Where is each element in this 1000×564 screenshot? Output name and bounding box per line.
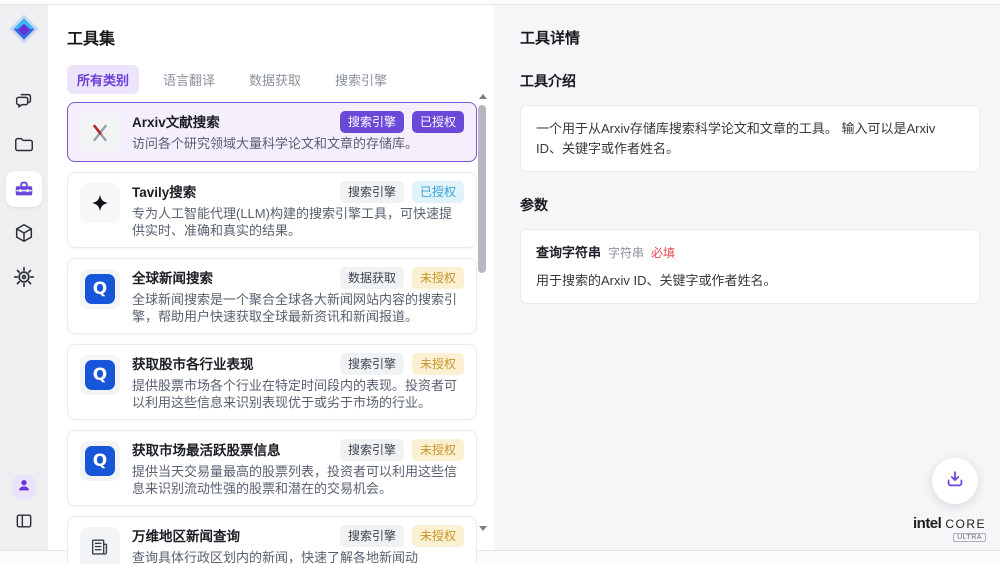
ultra-badge: Ultra bbox=[953, 533, 986, 542]
tool-card-tavily[interactable]: Tavily搜索 搜索引擎 已授权 专为人工智能代理(LLM)构建的搜索引擎工具… bbox=[67, 172, 477, 248]
category-tabs: 所有类别 语言翻译 数据获取 搜索引擎 bbox=[67, 65, 494, 94]
tool-description: 访问各个研究领域大量科学论文和文章的存储库。 bbox=[132, 136, 464, 153]
app-logo-icon bbox=[8, 13, 40, 45]
tool-card-sector-performance[interactable]: Q 获取股市各行业表现 搜索引擎 未授权 提供股票市场各个行业在特定时间段内的表… bbox=[67, 344, 477, 420]
tab-data-fetch[interactable]: 数据获取 bbox=[239, 65, 311, 94]
status-badge: 已授权 bbox=[412, 181, 464, 203]
download-icon bbox=[944, 468, 966, 495]
tool-card-regional-news[interactable]: 万维地区新闻查询 搜索引擎 未授权 查询具体行政区划内的新闻，快速了解各地新闻动 bbox=[67, 516, 477, 564]
gear-icon bbox=[13, 266, 35, 288]
params-heading: 参数 bbox=[520, 195, 980, 215]
tab-all-categories[interactable]: 所有类别 bbox=[67, 65, 139, 94]
param-name: 查询字符串 bbox=[536, 243, 601, 263]
sparkle-icon bbox=[80, 183, 120, 223]
category-badge: 搜索引擎 bbox=[340, 525, 404, 547]
status-badge: 未授权 bbox=[412, 525, 464, 547]
tab-language-translation[interactable]: 语言翻译 bbox=[153, 65, 225, 94]
detail-title: 工具详情 bbox=[520, 27, 980, 48]
person-icon bbox=[16, 477, 32, 498]
global-news-icon: Q bbox=[80, 441, 120, 481]
cube-icon bbox=[13, 222, 35, 244]
sidebar bbox=[0, 5, 48, 550]
sidebar-item-files[interactable] bbox=[6, 127, 42, 163]
param-card: 查询字符串 字符串 必填 用于搜索的Arxiv ID、关键字或作者姓名。 bbox=[520, 229, 980, 304]
category-badge: 数据获取 bbox=[340, 267, 404, 289]
category-badge: 搜索引擎 bbox=[340, 181, 404, 203]
tool-description: 提供股票市场各个行业在特定时间段内的表现。投资者可以利用这些信息来识别表现优于或… bbox=[132, 378, 464, 411]
user-avatar[interactable] bbox=[11, 474, 37, 500]
scroll-up-button[interactable] bbox=[477, 91, 488, 102]
tool-card-global-news[interactable]: Q 全球新闻搜索 数据获取 未授权 全球新闻搜索是一个聚合全球各大新闻网站内容的… bbox=[67, 258, 477, 334]
sidebar-item-settings[interactable] bbox=[6, 259, 42, 295]
status-badge: 未授权 bbox=[412, 353, 464, 375]
tool-detail-panel: 工具详情 工具介绍 一个用于从Arxiv存储库搜索科学论文和文章的工具。 输入可… bbox=[494, 5, 1000, 550]
list-scrollbar bbox=[477, 91, 488, 534]
sidebar-item-packages[interactable] bbox=[6, 215, 42, 251]
param-required-label: 必填 bbox=[651, 244, 675, 262]
tool-card-most-active-stocks[interactable]: Q 获取市场最活跃股票信息 搜索引擎 未授权 提供当天交易量最高的股票列表，投资… bbox=[67, 430, 477, 506]
intro-heading: 工具介绍 bbox=[520, 71, 980, 91]
tool-description: 查询具体行政区划内的新闻，快速了解各地新闻动 bbox=[132, 550, 464, 564]
tool-name: 万维地区新闻查询 bbox=[132, 525, 240, 545]
sidebar-bottom bbox=[10, 474, 38, 536]
arxiv-icon bbox=[80, 113, 120, 153]
tool-card-arxiv[interactable]: Arxiv文献搜索 搜索引擎 已授权 访问各个研究领域大量科学论文和文章的存储库… bbox=[67, 102, 477, 162]
tool-list: Arxiv文献搜索 搜索引擎 已授权 访问各个研究领域大量科学论文和文章的存储库… bbox=[67, 102, 477, 564]
scrollbar-thumb[interactable] bbox=[478, 105, 486, 273]
panel-toggle-icon bbox=[14, 511, 34, 536]
tool-name: Arxiv文献搜索 bbox=[132, 111, 220, 131]
category-badge: 搜索引擎 bbox=[340, 439, 404, 461]
page-title: 工具集 bbox=[67, 25, 494, 49]
sidebar-item-chat[interactable] bbox=[6, 83, 42, 119]
tab-search-engine[interactable]: 搜索引擎 bbox=[325, 65, 397, 94]
status-badge: 未授权 bbox=[412, 267, 464, 289]
param-type: 字符串 bbox=[608, 244, 644, 262]
toolbox-icon bbox=[13, 178, 35, 200]
tool-description: 全球新闻搜索是一个聚合全球各大新闻网站内容的搜索引擎，帮助用户快速获取全球最新资… bbox=[132, 292, 464, 325]
tool-name: 获取股市各行业表现 bbox=[132, 353, 254, 373]
sidebar-item-tools[interactable] bbox=[6, 171, 42, 207]
chat-icon bbox=[13, 90, 35, 112]
intro-text: 一个用于从Arxiv存储库搜索科学论文和文章的工具。 输入可以是Arxiv ID… bbox=[536, 121, 935, 156]
global-news-icon: Q bbox=[80, 269, 120, 309]
core-brand-text: CORE bbox=[945, 517, 986, 531]
category-badge: 搜索引擎 bbox=[340, 353, 404, 375]
intel-core-ultra-logo: intel CORE Ultra bbox=[913, 515, 986, 542]
status-badge: 未授权 bbox=[412, 439, 464, 461]
tool-list-panel: 工具集 所有类别 语言翻译 数据获取 搜索引擎 Arxiv文献搜索 bbox=[48, 5, 494, 550]
download-button[interactable] bbox=[932, 458, 978, 504]
tool-description: 专为人工智能代理(LLM)构建的搜索引擎工具，可快速提供实时、准确和真实的结果。 bbox=[132, 206, 464, 239]
global-news-icon: Q bbox=[80, 355, 120, 395]
tool-name: 获取市场最活跃股票信息 bbox=[132, 439, 281, 459]
tool-description: 提供当天交易量最高的股票列表，投资者可以利用这些信息来识别流动性强的股票和潜在的… bbox=[132, 464, 464, 497]
param-description: 用于搜索的Arxiv ID、关键字或作者姓名。 bbox=[536, 271, 964, 291]
intel-brand-text: intel bbox=[913, 515, 941, 532]
collapse-sidebar-button[interactable] bbox=[10, 510, 38, 536]
tool-name: 全球新闻搜索 bbox=[132, 267, 213, 287]
status-badge: 已授权 bbox=[412, 111, 464, 133]
newspaper-icon bbox=[80, 527, 120, 564]
category-badge: 搜索引擎 bbox=[340, 111, 404, 133]
folder-icon bbox=[13, 134, 35, 156]
app-window: 工具集 所有类别 语言翻译 数据获取 搜索引擎 Arxiv文献搜索 bbox=[0, 4, 1000, 551]
scroll-down-button[interactable] bbox=[477, 523, 488, 534]
tool-name: Tavily搜索 bbox=[132, 181, 196, 201]
intro-card: 一个用于从Arxiv存储库搜索科学论文和文章的工具。 输入可以是Arxiv ID… bbox=[520, 105, 980, 172]
